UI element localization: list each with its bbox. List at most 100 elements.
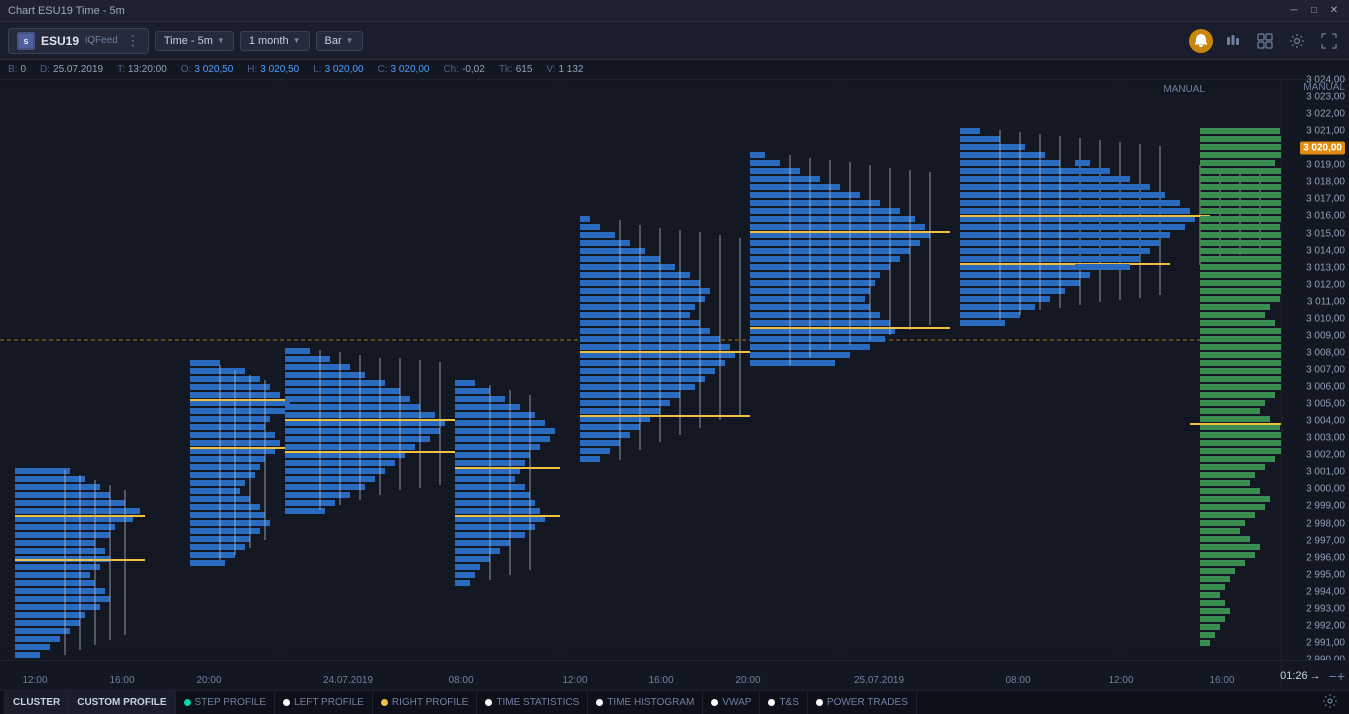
price-level-label: 2 996,00: [1306, 552, 1345, 563]
info-v-value: 1 132: [558, 64, 583, 75]
time-axis-label: 24.07.2019: [323, 675, 373, 686]
info-t-label: T:: [117, 64, 125, 75]
timeframe-selector[interactable]: Time - 5m ▼: [155, 31, 234, 51]
close-button[interactable]: ✕: [1327, 4, 1341, 18]
price-level-label: 3 011,00: [1307, 296, 1345, 307]
price-level-label: 3 017,00: [1306, 194, 1345, 205]
price-level-label: 3 007,00: [1306, 365, 1345, 376]
svg-text:S: S: [24, 39, 29, 46]
price-level-label: 3 023,00: [1306, 92, 1345, 103]
price-level-label: 2 995,00: [1306, 569, 1345, 580]
info-b-label: B:: [8, 64, 17, 75]
power-trades-button[interactable]: POWER TRADES: [808, 691, 917, 714]
toolbar: S ESU19 iQFeed ⋮ Time - 5m ▼ 1 month ▼ B…: [0, 22, 1349, 60]
info-l: L: 3 020,00: [313, 64, 363, 75]
power-trades-label: POWER TRADES: [827, 697, 908, 708]
settings-button[interactable]: [1315, 694, 1345, 711]
alert-icon-button[interactable]: [1189, 29, 1213, 53]
price-level-label: 3 016,00: [1306, 211, 1345, 222]
custom-profile-button[interactable]: CUSTOM PROFILE: [69, 691, 175, 714]
tns-dot: [768, 699, 775, 706]
zoom-minus-icon[interactable]: −: [1329, 668, 1337, 684]
price-axis[interactable]: MANUAL 3 024,003 023,003 022,003 021,003…: [1281, 80, 1349, 660]
fullscreen-icon-button[interactable]: [1317, 29, 1341, 53]
time-axis-label: 16:00: [109, 675, 134, 686]
info-tk: Tk: 615: [499, 64, 533, 75]
info-v: V: 1 132: [546, 64, 583, 75]
price-level-label: 3 018,00: [1306, 177, 1345, 188]
time-histogram-dot: [596, 699, 603, 706]
price-level-label: 3 010,00: [1306, 313, 1345, 324]
price-level-label: 3 021,00: [1306, 126, 1345, 137]
settings-icon-button[interactable]: [1285, 29, 1309, 53]
compare-icon-button[interactable]: [1221, 29, 1245, 53]
window-controls[interactable]: ─ □ ✕: [1287, 4, 1341, 18]
left-profile-button[interactable]: LEFT PROFILE: [275, 691, 373, 714]
info-o-label: O:: [181, 64, 192, 75]
step-profile-button[interactable]: STEP PROFILE: [176, 691, 276, 714]
info-c: C: 3 020,00: [378, 64, 430, 75]
info-c-value: 3 020,00: [391, 64, 430, 75]
symbol-selector[interactable]: S ESU19 iQFeed ⋮: [8, 28, 149, 54]
info-l-value: 3 020,00: [325, 64, 364, 75]
price-level-label: 3 002,00: [1306, 450, 1345, 461]
price-level-label: 3 014,00: [1306, 245, 1345, 256]
timestamp-arrow-icon: →: [1310, 670, 1321, 682]
cluster-button[interactable]: CLUSTER: [4, 691, 69, 714]
price-level-label: 2 993,00: [1306, 603, 1345, 614]
chart-type-selector[interactable]: Bar ▼: [316, 31, 363, 51]
symbol-name: ESU19: [41, 34, 79, 48]
time-axis-label: 12:00: [22, 675, 47, 686]
time-statistics-label: TIME STATISTICS: [496, 697, 579, 708]
step-profile-label: STEP PROFILE: [195, 697, 267, 708]
period-selector[interactable]: 1 month ▼: [240, 31, 310, 51]
info-t: T: 13:20:00: [117, 64, 167, 75]
power-trades-dot: [816, 699, 823, 706]
zoom-plus-icon[interactable]: +: [1337, 668, 1345, 684]
price-level-label: 3 012,00: [1306, 279, 1345, 290]
vwap-button[interactable]: VWAP: [703, 691, 760, 714]
manual-label: MANUAL: [1159, 82, 1209, 97]
time-labels-area: 12:0016:0020:0024.07.201908:0012:0016:00…: [0, 661, 1281, 690]
chart-type-chevron-icon: ▼: [346, 36, 354, 45]
info-t-value: 13:20:00: [128, 64, 167, 75]
price-level-label: 2 998,00: [1306, 518, 1345, 529]
price-level-label: 3 019,00: [1306, 160, 1345, 171]
info-h: H: 3 020,50: [247, 64, 299, 75]
price-level-label: 3 024,00: [1306, 75, 1345, 86]
chart-container[interactable]: MANUAL MANUAL 3 024,003 023,003 022,003 …: [0, 80, 1349, 660]
time-axis-label: 12:00: [1108, 675, 1133, 686]
info-b: B: 0: [8, 64, 26, 75]
price-level-label: 3 008,00: [1306, 347, 1345, 358]
time-axis: 12:0016:0020:0024.07.201908:0012:0016:00…: [0, 660, 1349, 690]
info-d-label: D:: [40, 64, 50, 75]
timeframe-chevron-icon: ▼: [217, 36, 225, 45]
layout-icon-button[interactable]: [1253, 29, 1277, 53]
time-histogram-label: TIME HISTOGRAM: [607, 697, 694, 708]
window-title: Chart ESU19 Time - 5m: [8, 5, 1287, 17]
time-axis-label: 25.07.2019: [854, 675, 904, 686]
price-level-label: 3 001,00: [1306, 467, 1345, 478]
left-profile-dot: [283, 699, 290, 706]
minimize-button[interactable]: ─: [1287, 4, 1301, 18]
time-statistics-button[interactable]: TIME STATISTICS: [477, 691, 588, 714]
tns-button[interactable]: T&S: [760, 691, 807, 714]
time-axis-label: 08:00: [1005, 675, 1030, 686]
info-o-value: 3 020,50: [194, 64, 233, 75]
custom-profile-label: CUSTOM PROFILE: [77, 697, 166, 708]
vwap-label: VWAP: [722, 697, 751, 708]
time-axis-controls[interactable]: 01:26 → − +: [1281, 661, 1349, 690]
price-level-label: 2 999,00: [1306, 501, 1345, 512]
time-histogram-button[interactable]: TIME HISTOGRAM: [588, 691, 703, 714]
time-axis-label: 16:00: [648, 675, 673, 686]
right-profile-button[interactable]: RIGHT PROFILE: [373, 691, 478, 714]
symbol-menu-icon[interactable]: ⋮: [126, 32, 140, 49]
price-level-label: 2 992,00: [1306, 620, 1345, 631]
chart-canvas[interactable]: MANUAL: [0, 80, 1281, 660]
maximize-button[interactable]: □: [1307, 4, 1321, 18]
timeframe-label: Time - 5m: [164, 35, 213, 47]
right-profile-dot: [381, 699, 388, 706]
info-h-label: H:: [247, 64, 257, 75]
price-level-label: 3 022,00: [1306, 109, 1345, 120]
price-level-label: 3 004,00: [1306, 416, 1345, 427]
